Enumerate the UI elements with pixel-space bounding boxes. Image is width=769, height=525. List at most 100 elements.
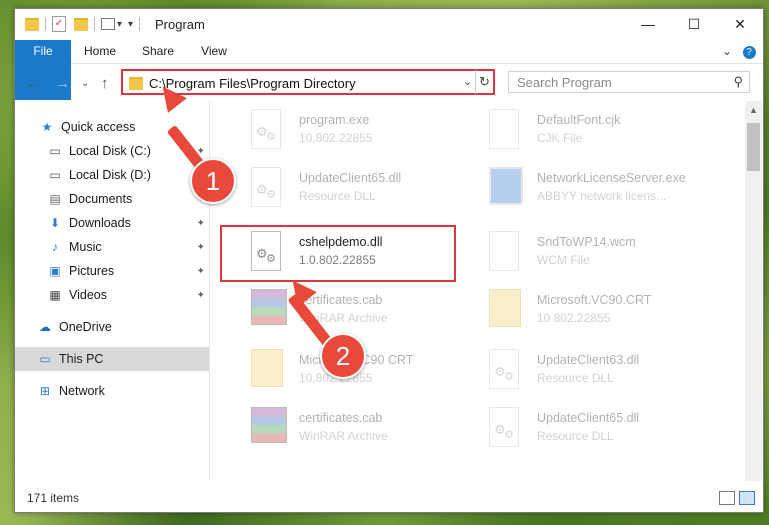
- music-icon: ♪: [52, 240, 58, 254]
- dll-file-icon: ⚙ ⚙: [489, 407, 525, 451]
- file-detail: WinRAR Archive: [299, 429, 388, 443]
- tab-home[interactable]: Home: [77, 40, 123, 63]
- file-detail: 10.802.22855: [537, 311, 611, 325]
- winrar-archive-icon: [251, 407, 287, 451]
- pin-icon: ✦: [196, 217, 205, 229]
- minimize-button[interactable]: —: [625, 9, 671, 39]
- file-item[interactable]: Microsoft.VC90.CRT 10.802.22855: [477, 283, 707, 343]
- folder-file-icon: [251, 349, 287, 393]
- properties-icon[interactable]: ✓: [52, 16, 66, 32]
- toolbar-divider: [45, 17, 46, 31]
- refresh-button[interactable]: ↻: [475, 69, 495, 95]
- file-name: NetworkLicenseServer.exe: [537, 171, 686, 185]
- document-shape: [489, 109, 519, 149]
- file-item[interactable]: certificates.cab WinRAR Archive: [239, 283, 469, 343]
- maximize-button[interactable]: ☐: [671, 9, 717, 39]
- videos-icon: ▦: [49, 288, 61, 302]
- quick-access-toolbar: ✓ ▾ ▾: [25, 15, 146, 33]
- tab-view[interactable]: View: [191, 40, 237, 63]
- customize-dropdown-icon[interactable]: ▾: [117, 19, 122, 30]
- file-name: Microsoft.VC90.CRT: [537, 293, 652, 307]
- file-item[interactable]: NetworkLicenseServer.exe ABBYY network li…: [477, 161, 707, 221]
- large-icons-view-icon[interactable]: [739, 491, 755, 505]
- sidebar-item-videos[interactable]: ▦ Videos ✦: [15, 283, 209, 307]
- scrollbar-thumb[interactable]: [747, 123, 760, 171]
- sidebar-item-music[interactable]: ♪ Music ✦: [15, 235, 209, 259]
- back-button[interactable]: ←: [25, 75, 40, 92]
- step-2-badge: 2: [320, 333, 366, 379]
- file-name: UpdateClient63.dll: [537, 353, 640, 367]
- file-item[interactable]: SndToWP14.wcm WCM File: [477, 225, 707, 285]
- sidebar-item-label: Downloads: [69, 216, 131, 230]
- scroll-up-icon[interactable]: ▲: [749, 105, 758, 115]
- forward-button[interactable]: →: [55, 75, 70, 92]
- help-icon[interactable]: ?: [741, 40, 757, 63]
- file-detail: Resource DLL: [537, 371, 614, 385]
- document-shape: ⚙ ⚙: [489, 407, 519, 447]
- window-title: Program: [155, 17, 205, 32]
- search-input[interactable]: Search Program ⚲: [508, 71, 750, 93]
- computer-icon: ▭: [39, 352, 51, 366]
- file-item[interactable]: ⚙ ⚙ program.exe 10.802.22855: [239, 103, 469, 163]
- setup-file-icon: [489, 167, 525, 211]
- sidebar-item-network[interactable]: ⊞ Network: [15, 379, 209, 403]
- close-button[interactable]: ✕: [717, 9, 763, 39]
- generic-file-icon: [489, 231, 525, 275]
- folder-icon[interactable]: [25, 17, 39, 31]
- sidebar-item-label: OneDrive: [59, 320, 112, 334]
- sidebar-item-documents[interactable]: ▤Documents✦: [15, 187, 209, 211]
- quick-access-dropdown-icon[interactable]: ▾: [128, 19, 133, 30]
- sidebar-item-label: Videos: [69, 288, 107, 302]
- folder-icon: [129, 77, 143, 90]
- gear-icon: ⚙: [266, 189, 276, 201]
- recent-locations-icon[interactable]: ⌄: [81, 78, 89, 89]
- sidebar-item-this-pc[interactable]: ▭ This PC: [15, 347, 209, 371]
- document-shape: ⚙ ⚙: [251, 109, 281, 149]
- sidebar-item-onedrive[interactable]: ☁ OneDrive: [15, 315, 209, 339]
- sidebar-item-label: This PC: [59, 352, 104, 366]
- exe-file-icon: ⚙ ⚙: [251, 109, 287, 153]
- setup-shape: [489, 167, 523, 205]
- file-item[interactable]: DefaultFont.cjk CJK File: [477, 103, 707, 163]
- address-dropdown-icon[interactable]: ⌄: [463, 75, 472, 88]
- navigation-pane: ★ Quick access ▭ Local Disk (C:) ✦ ▭ Local Dis…: [15, 101, 210, 481]
- file-detail: CJK File: [537, 131, 583, 145]
- title-bar: ✓ ▾ ▾ Program — ☐ ✕: [15, 9, 763, 39]
- sidebar-item-label: Music: [69, 240, 102, 254]
- sidebar-item-local-disk-d[interactable]: ▭Local Disk (D:)✦: [15, 163, 209, 187]
- folder-file-icon: [489, 289, 525, 333]
- search-placeholder: Search Program: [517, 75, 612, 90]
- dll-file-icon: ⚙ ⚙: [251, 167, 287, 211]
- file-item[interactable]: certificates.cab WinRAR Archive: [239, 401, 469, 461]
- pin-icon: ✦: [196, 241, 205, 253]
- file-detail: ABBYY network licens...: [537, 189, 667, 203]
- archive-shape: [251, 289, 287, 325]
- winrar-archive-icon: [251, 289, 287, 333]
- file-name: DefaultFont.cjk: [537, 113, 621, 127]
- tab-share[interactable]: Share: [135, 40, 181, 63]
- new-folder-icon[interactable]: [74, 17, 88, 31]
- up-button[interactable]: ↑: [101, 75, 109, 92]
- downloads-icon: ⬇: [49, 216, 61, 230]
- sidebar-item-label: Local Disk (D:): [69, 168, 151, 182]
- file-item[interactable]: ⚙ ⚙ UpdateClient63.dll Resource DLL: [477, 343, 707, 403]
- document-shape: ⚙ ⚙: [489, 349, 519, 389]
- sidebar-item-downloads[interactable]: ⬇ Downloads ✦: [15, 211, 209, 235]
- customize-icon[interactable]: [101, 18, 115, 30]
- drive-icon: ▭: [49, 168, 61, 182]
- file-detail: WCM File: [537, 253, 590, 267]
- file-item[interactable]: ⚙ ⚙ UpdateClient65.dll Resource DLL: [477, 401, 707, 461]
- sidebar-item-label: Quick access: [61, 120, 136, 134]
- sidebar-item-pictures[interactable]: ▣ Pictures ✦: [15, 259, 209, 283]
- document-shape: [489, 231, 519, 271]
- cloud-icon: ☁: [39, 320, 51, 334]
- details-view-icon[interactable]: [719, 491, 735, 505]
- folder-shape: [251, 349, 283, 387]
- file-item[interactable]: ⚙ ⚙ UpdateClient65.dll Resource DLL: [239, 161, 469, 221]
- ribbon-expand-icon[interactable]: ⌄: [719, 40, 735, 63]
- folder-shape: [489, 289, 521, 327]
- gear-icon: ⚙: [266, 131, 276, 143]
- ribbon-tabs: File Home Share View ⌄ ?: [15, 40, 763, 100]
- vertical-scrollbar[interactable]: ▲: [745, 101, 762, 481]
- file-detail: 10.802.22855: [299, 131, 373, 145]
